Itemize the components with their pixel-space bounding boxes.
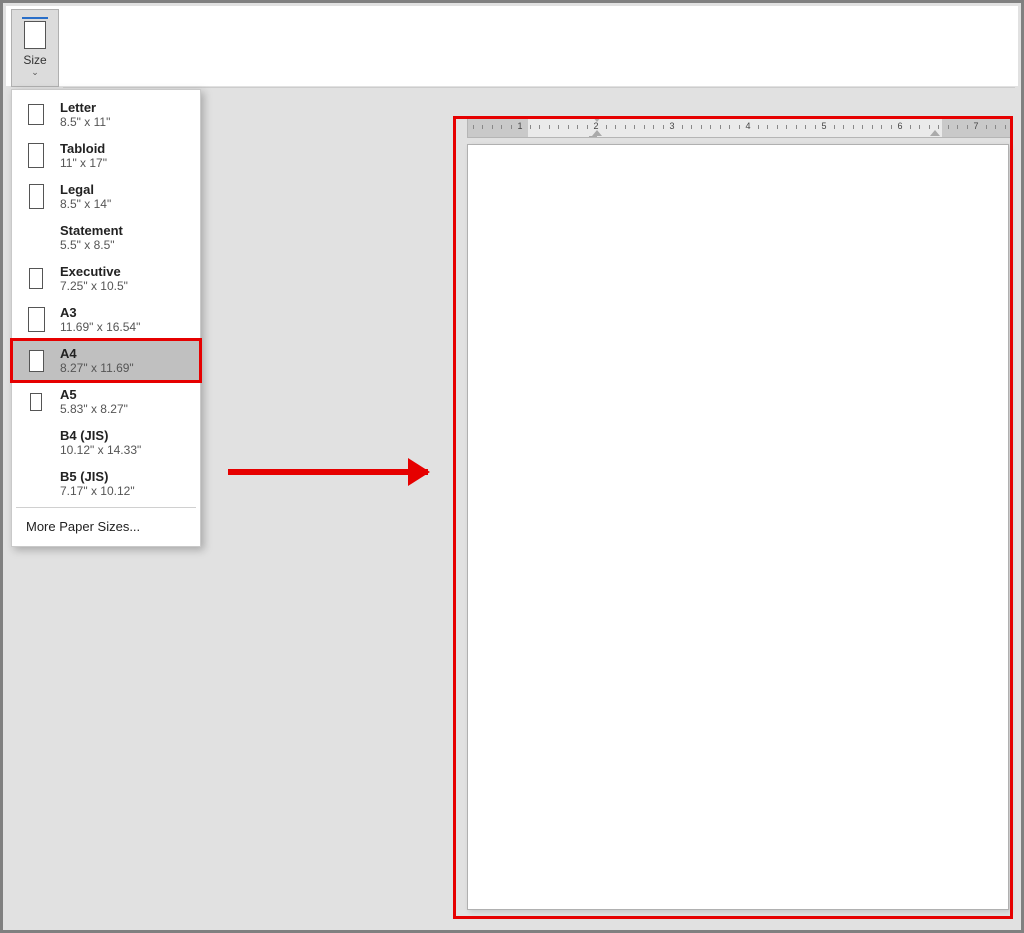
ruler-number: 1 — [517, 121, 522, 131]
document-area: 1234567 — [453, 116, 1013, 921]
size-option-name: A4 — [60, 346, 134, 361]
first-line-indent-marker[interactable] — [592, 116, 602, 122]
app-frame: Size ⌄ Letter8.5" x 11"Tabloid11" x 17"L… — [0, 0, 1024, 933]
size-option-dimensions: 5.83" x 8.27" — [60, 402, 128, 416]
left-indent-marker[interactable] — [589, 136, 597, 138]
ruler-number: 6 — [897, 121, 902, 131]
size-option-name: Letter — [60, 100, 110, 115]
more-paper-sizes[interactable]: More Paper Sizes... — [12, 511, 200, 542]
size-option-name: A3 — [60, 305, 140, 320]
ribbon-area — [6, 6, 1018, 86]
ruler-number: 4 — [745, 121, 750, 131]
size-option-name: Legal — [60, 182, 111, 197]
size-option-name: A5 — [60, 387, 128, 402]
ribbon-separator — [63, 87, 1015, 88]
size-option-dimensions: 10.12" x 14.33" — [60, 443, 141, 457]
horizontal-ruler[interactable]: 1234567 — [467, 116, 1013, 138]
size-option-dimensions: 11" x 17" — [60, 156, 107, 170]
size-option-name: Tabloid — [60, 141, 107, 156]
size-option-dimensions: 8.27" x 11.69" — [60, 361, 134, 375]
size-option-b5-jis-[interactable]: B5 (JIS)7.17" x 10.12" — [12, 463, 200, 504]
size-option-tabloid[interactable]: Tabloid11" x 17" — [12, 135, 200, 176]
size-option-a5[interactable]: A55.83" x 8.27" — [12, 381, 200, 422]
ruler-number: 5 — [821, 121, 826, 131]
page-thumb-icon — [26, 307, 46, 332]
size-option-dimensions: 5.5" x 8.5" — [60, 238, 123, 252]
size-option-a3[interactable]: A311.69" x 16.54" — [12, 299, 200, 340]
size-option-executive[interactable]: Executive7.25" x 10.5" — [12, 258, 200, 299]
page-thumb-icon — [26, 350, 46, 372]
size-option-letter[interactable]: Letter8.5" x 11" — [12, 94, 200, 135]
page-thumb-icon — [26, 393, 46, 411]
size-option-dimensions: 8.5" x 14" — [60, 197, 111, 211]
size-option-dimensions: 11.69" x 16.54" — [60, 320, 140, 334]
menu-separator — [16, 507, 196, 508]
size-option-statement[interactable]: Statement5.5" x 8.5" — [12, 217, 200, 258]
size-option-b4-jis-[interactable]: B4 (JIS)10.12" x 14.33" — [12, 422, 200, 463]
size-option-dimensions: 7.25" x 10.5" — [60, 279, 128, 293]
page-size-icon — [24, 21, 46, 49]
document-page[interactable] — [467, 144, 1009, 910]
annotation-arrow — [228, 469, 428, 475]
ruler-number: 3 — [669, 121, 674, 131]
size-option-name: B4 (JIS) — [60, 428, 141, 443]
size-button-label: Size — [23, 53, 46, 67]
size-option-name: B5 (JIS) — [60, 469, 135, 484]
size-option-dimensions: 8.5" x 11" — [60, 115, 110, 129]
ruler-number: 7 — [973, 121, 978, 131]
right-indent-marker[interactable] — [930, 130, 940, 136]
page-thumb-icon — [26, 268, 46, 289]
size-option-legal[interactable]: Legal8.5" x 14" — [12, 176, 200, 217]
chevron-down-icon: ⌄ — [31, 68, 39, 76]
size-dropdown: Letter8.5" x 11"Tabloid11" x 17"Legal8.5… — [11, 89, 201, 547]
size-button[interactable]: Size ⌄ — [11, 9, 59, 87]
page-thumb-icon — [26, 184, 46, 209]
size-option-a4[interactable]: A48.27" x 11.69" — [12, 340, 200, 381]
size-option-name: Executive — [60, 264, 128, 279]
page-thumb-icon — [26, 104, 46, 125]
page-thumb-icon — [26, 143, 46, 168]
size-option-name: Statement — [60, 223, 123, 238]
size-option-dimensions: 7.17" x 10.12" — [60, 484, 135, 498]
